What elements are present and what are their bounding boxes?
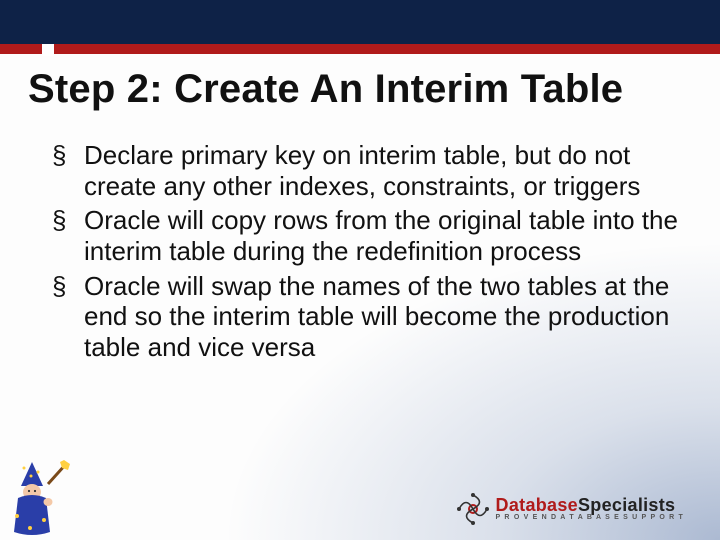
slide-body: Declare primary key on interim table, bu… [52, 140, 680, 367]
header-notch [42, 44, 54, 56]
slide-title: Step 2: Create An Interim Table [28, 68, 692, 110]
bullet-item: Oracle will copy rows from the original … [52, 205, 680, 266]
logo-mark-icon [456, 492, 490, 526]
footer-logo: DatabaseSpecialists P R O V E N D A T A … [456, 492, 684, 526]
slide: Step 2: Create An Interim Table Declare … [0, 0, 720, 540]
logo-word-database: Database [496, 495, 578, 515]
header-bar [0, 0, 720, 44]
logo-text: DatabaseSpecialists P R O V E N D A T A … [496, 497, 684, 522]
bullet-list: Declare primary key on interim table, bu… [52, 140, 680, 363]
bullet-item: Declare primary key on interim table, bu… [52, 140, 680, 201]
logo-subtitle: P R O V E N D A T A B A S E S U P P O R … [496, 515, 684, 522]
logo-word-specialists: Specialists [578, 495, 675, 515]
wizard-icon [4, 458, 74, 536]
bullet-item: Oracle will swap the names of the two ta… [52, 271, 680, 363]
